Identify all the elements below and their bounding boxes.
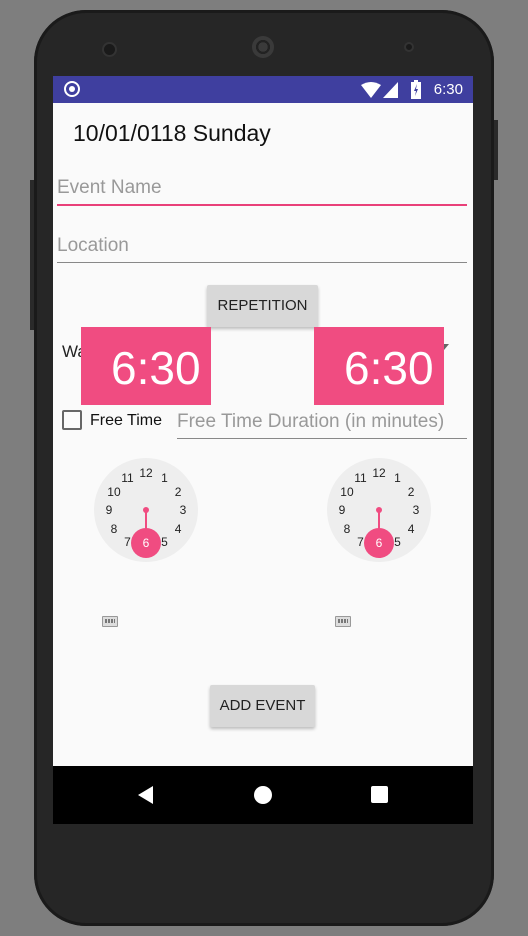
clock-number[interactable]: 2: [175, 485, 182, 499]
clock-number[interactable]: 9: [106, 503, 113, 517]
start-clock-dial[interactable]: 1212345678910116: [94, 458, 198, 562]
location-input[interactable]: Location: [57, 235, 467, 263]
free-time-checkbox[interactable]: [62, 410, 82, 430]
end-time-text: 6:30: [344, 342, 434, 394]
clock-center: [376, 507, 382, 513]
free-time-label: Free Time: [90, 412, 163, 429]
back-icon[interactable]: [138, 786, 153, 804]
end-clock-dial[interactable]: 1212345678910116: [327, 458, 431, 562]
keyboard-toggle-icon[interactable]: [102, 616, 118, 627]
speaker-grille-icon: [252, 36, 274, 58]
home-icon[interactable]: [254, 786, 272, 804]
clock-number[interactable]: 11: [121, 471, 133, 485]
status-time: 6:30: [433, 81, 463, 98]
volume-button: [30, 180, 34, 330]
clock-number[interactable]: 1: [394, 471, 401, 485]
clock-number[interactable]: 1: [161, 471, 168, 485]
start-time-display[interactable]: 6:30: [81, 327, 211, 405]
clock-number[interactable]: 3: [413, 503, 420, 517]
clock-number[interactable]: 5: [394, 535, 401, 549]
clock-number[interactable]: 4: [175, 522, 182, 536]
clock-number[interactable]: 12: [372, 466, 385, 480]
wifi-icon: [361, 82, 381, 98]
clock-number[interactable]: 5: [161, 535, 168, 549]
clock-number[interactable]: 2: [408, 485, 415, 499]
navigation-bar: [53, 766, 473, 824]
clock-number[interactable]: 7: [357, 535, 364, 549]
clock-number[interactable]: 8: [344, 522, 351, 536]
clock-selected-hour[interactable]: 6: [364, 528, 394, 558]
clock-number[interactable]: 7: [124, 535, 131, 549]
power-button: [494, 120, 498, 180]
start-time-text: 6:30: [111, 342, 201, 394]
date-label: 10/01/0118 Sunday: [73, 120, 271, 146]
free-time-duration-input[interactable]: Free Time Duration (in minutes): [177, 411, 467, 439]
status-bar: 6:30: [53, 76, 473, 103]
clock-number[interactable]: 9: [339, 503, 346, 517]
sensor-icon: [404, 42, 414, 52]
recents-icon[interactable]: [371, 786, 388, 803]
end-time-display[interactable]: 6:30: [314, 327, 444, 405]
clock-number[interactable]: 4: [408, 522, 415, 536]
clock-number[interactable]: 12: [139, 466, 152, 480]
notification-circle-icon: [64, 81, 80, 97]
battery-icon: [411, 80, 421, 99]
clock-number[interactable]: 3: [180, 503, 187, 517]
keyboard-toggle-icon[interactable]: [335, 616, 351, 627]
app-screen: 6:30 10/01/0118 Sunday Event Name Locati…: [53, 76, 473, 824]
repetition-button[interactable]: REPETITION: [207, 285, 318, 327]
clock-number[interactable]: 10: [107, 485, 120, 499]
clock-number[interactable]: 10: [340, 485, 353, 499]
clock-number[interactable]: 8: [111, 522, 118, 536]
add-event-button[interactable]: ADD EVENT: [210, 685, 315, 727]
clock-center: [143, 507, 149, 513]
event-name-input[interactable]: Event Name: [57, 177, 467, 206]
clock-number[interactable]: 11: [354, 471, 366, 485]
signal-icon: [383, 82, 398, 98]
front-camera-icon: [102, 42, 117, 57]
clock-selected-hour[interactable]: 6: [131, 528, 161, 558]
